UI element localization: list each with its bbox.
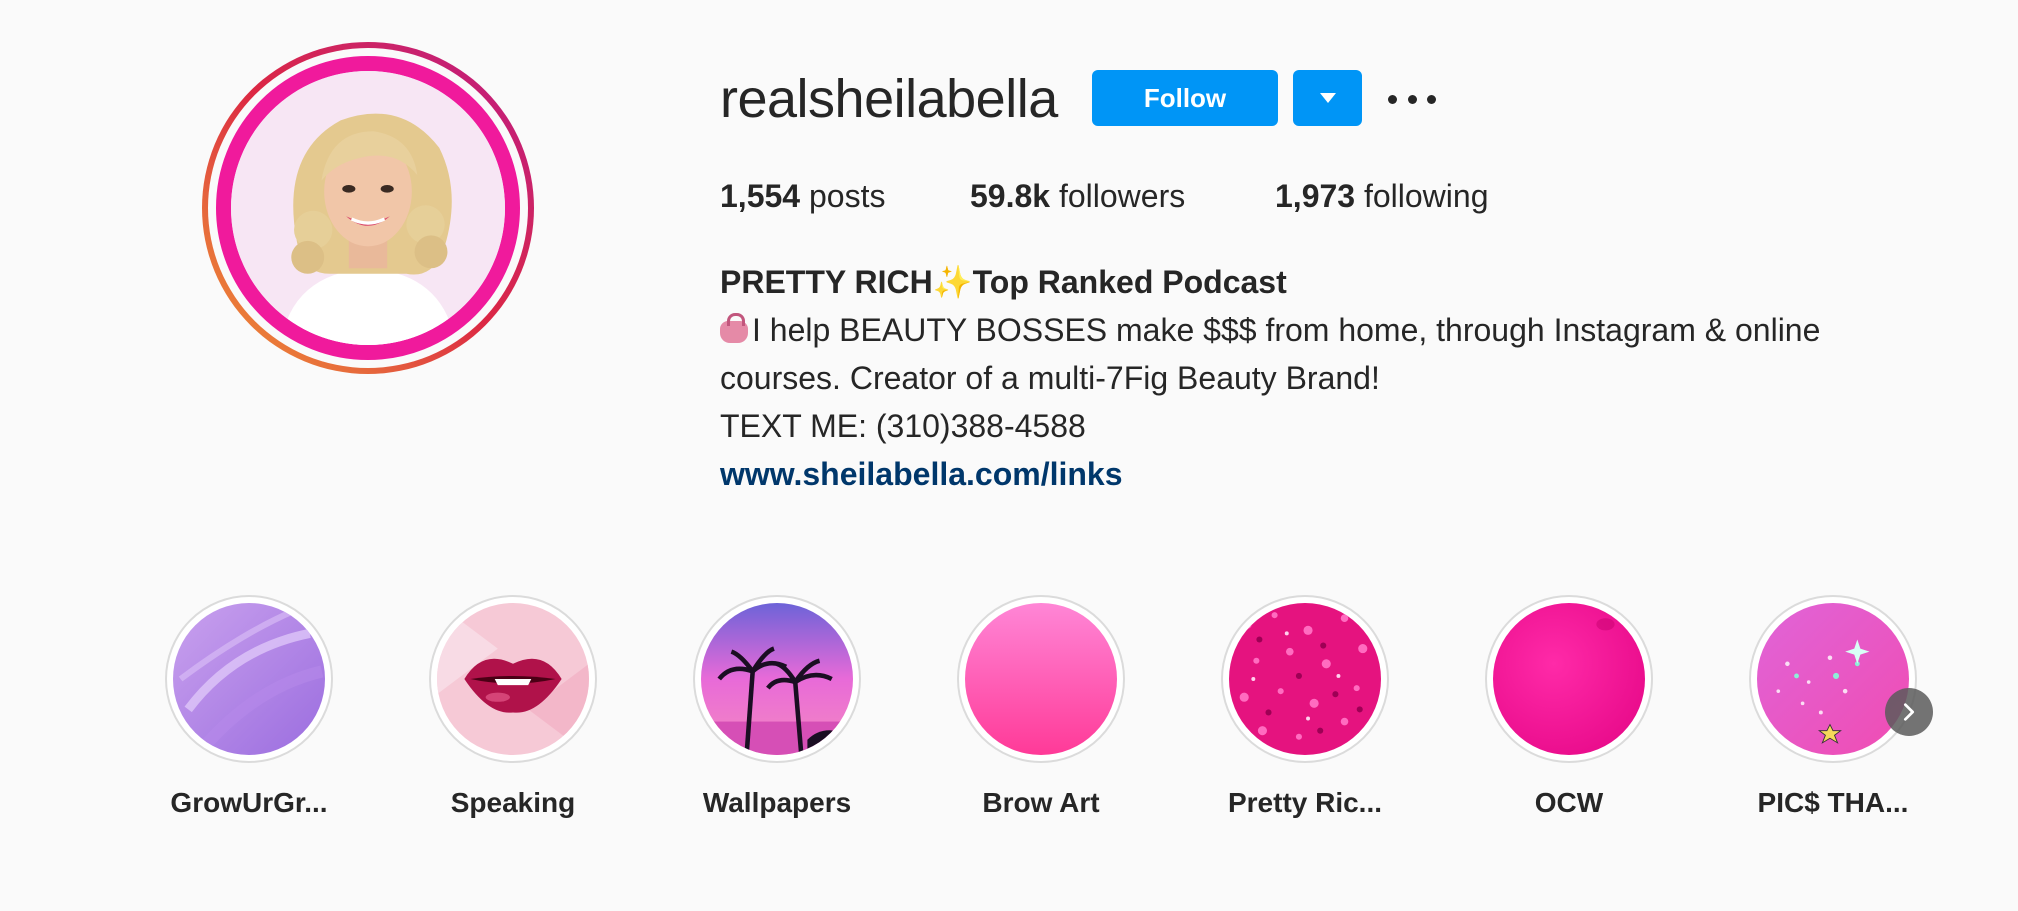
highlight-item[interactable]: GrowUrGr... bbox=[164, 595, 334, 818]
highlight-ring bbox=[1221, 595, 1389, 763]
followers-count-value: 59.8k bbox=[970, 178, 1051, 214]
highlight-cover bbox=[173, 603, 325, 755]
highlight-item[interactable]: Brow Art bbox=[956, 595, 1126, 818]
highlight-ring bbox=[1749, 595, 1917, 763]
chevron-right-icon bbox=[1903, 703, 1915, 721]
highlights-next-button[interactable] bbox=[1885, 688, 1933, 736]
highlight-ring bbox=[693, 595, 861, 763]
bio-phone: TEXT ME: (310)388-4588 bbox=[720, 408, 1086, 444]
highlight-item[interactable]: Pretty Ric... bbox=[1220, 595, 1390, 818]
highlight-ring bbox=[957, 595, 1125, 763]
profile-avatar-ring[interactable] bbox=[202, 42, 534, 374]
highlight-label: Speaking bbox=[450, 787, 576, 818]
more-options-icon bbox=[1388, 94, 1397, 104]
profile-username: realsheilabella bbox=[720, 69, 1058, 129]
highlight-cover bbox=[1229, 603, 1381, 755]
avatar[interactable] bbox=[216, 56, 520, 360]
bio-title: PRETTY RICH✨Top Ranked Podcast bbox=[720, 258, 1870, 306]
chevron-down-icon bbox=[1319, 93, 1336, 103]
highlight-item[interactable]: PIC$ THA... bbox=[1748, 595, 1918, 818]
highlight-cover bbox=[1757, 603, 1909, 755]
bio-title-part2: Top Ranked Podcast bbox=[972, 264, 1287, 300]
more-options-icon bbox=[1407, 94, 1417, 104]
bio-title-part1: PRETTY RICH bbox=[720, 264, 933, 300]
highlight-label: OCW bbox=[1534, 787, 1604, 818]
bio-line: I help BEAUTY BOSSES make $$$ from home,… bbox=[720, 306, 1870, 354]
highlight-label: Pretty Ric... bbox=[1227, 787, 1383, 818]
highlight-cover bbox=[701, 603, 853, 755]
highlight-label: GrowUrGr... bbox=[170, 787, 328, 818]
highlight-ring bbox=[1485, 595, 1653, 763]
posts-count-label: posts bbox=[808, 178, 886, 214]
followers-count-label: followers bbox=[1058, 178, 1186, 214]
highlight-cover bbox=[437, 603, 589, 755]
follow-button[interactable]: Follow bbox=[1092, 70, 1278, 126]
profile-bio: PRETTY RICH✨Top Ranked Podcast I help BE… bbox=[720, 258, 1870, 498]
avatar-image bbox=[231, 71, 505, 345]
highlight-label: Wallpapers bbox=[702, 787, 852, 818]
more-options-button[interactable] bbox=[1388, 84, 1436, 114]
posts-count-value: 1,554 bbox=[720, 178, 801, 214]
following-link[interactable]: 1,973 following bbox=[1275, 178, 1488, 215]
highlight-item[interactable]: Wallpapers bbox=[692, 595, 862, 818]
following-count-label: following bbox=[1363, 178, 1489, 214]
followers-link[interactable]: 59.8k followers bbox=[970, 178, 1185, 215]
highlight-label: Brow Art bbox=[982, 787, 1100, 818]
highlight-label: PIC$ THA... bbox=[1757, 787, 1909, 818]
purse-icon bbox=[720, 313, 748, 343]
bio-website-link[interactable]: www.sheilabella.com/links bbox=[720, 450, 1870, 498]
sparkles-icon: ✨ bbox=[932, 264, 973, 300]
following-count-value: 1,973 bbox=[1275, 178, 1356, 214]
highlight-cover bbox=[1493, 603, 1645, 755]
posts-count: 1,554 posts bbox=[720, 178, 885, 215]
highlight-ring bbox=[429, 595, 597, 763]
suggested-accounts-button[interactable] bbox=[1293, 70, 1362, 126]
highlight-item[interactable]: OCW bbox=[1484, 595, 1654, 818]
bio-line-2: courses. Creator of a multi-7Fig Beauty … bbox=[720, 360, 1380, 396]
highlight-ring bbox=[165, 595, 333, 763]
more-options-icon bbox=[1427, 94, 1436, 104]
highlight-cover bbox=[965, 603, 1117, 755]
highlight-item[interactable]: Speaking bbox=[428, 595, 598, 818]
bio-line-1: I help BEAUTY BOSSES make $$$ from home,… bbox=[752, 312, 1821, 348]
